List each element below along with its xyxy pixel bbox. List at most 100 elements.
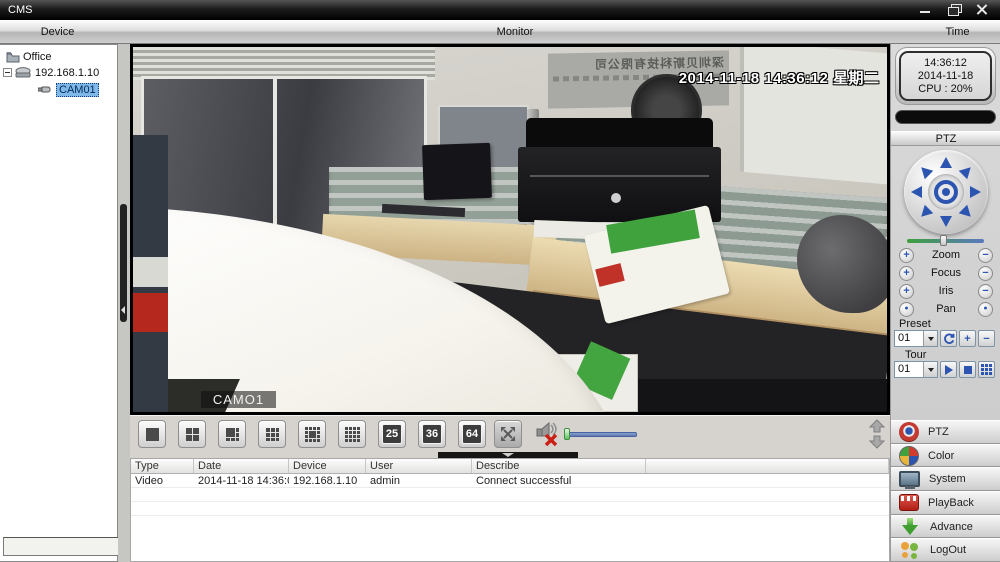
col-device[interactable]: Device (289, 459, 366, 473)
iris-label: Iris (939, 285, 954, 297)
chevron-down-icon[interactable] (923, 331, 937, 346)
pan-label: Pan (936, 303, 956, 315)
log-row[interactable]: Video 2014-11-18 14:36:09 192.168.1.10 a… (131, 474, 889, 488)
tour-setup-button[interactable] (978, 361, 995, 378)
system-menu-button[interactable]: System (891, 467, 1000, 491)
split-36-button[interactable]: 36 (418, 420, 446, 448)
focus-minus-button[interactable]: − (978, 266, 993, 281)
ptz-right-icon[interactable] (970, 186, 981, 198)
volume-slider-thumb[interactable] (564, 428, 570, 440)
tour-select[interactable]: 01 (894, 361, 938, 378)
device-search-bar (3, 537, 114, 557)
split-36-label: 36 (426, 428, 438, 440)
preset-add-button[interactable]: + (959, 330, 976, 347)
splitter-collapse-handle[interactable] (120, 204, 127, 322)
titlebar: CMS (0, 0, 1000, 20)
log-row-empty (131, 488, 889, 502)
menubar: Device Monitor Time (0, 20, 1000, 44)
log-cell-date: 2014-11-18 14:36:09 (194, 474, 289, 487)
preset-refresh-icon (943, 333, 955, 345)
tree-node-office[interactable]: Office (6, 49, 52, 64)
split-25-label: 25 (386, 428, 398, 440)
ptz-left-icon[interactable] (911, 186, 922, 198)
split-4-button[interactable] (178, 420, 206, 448)
event-log-table: Type Date Device User Describe Video 201… (130, 458, 890, 562)
advance-menu-button[interactable]: Advance (891, 515, 1000, 539)
preset-remove-button[interactable]: − (978, 330, 995, 347)
stop-icon (964, 366, 972, 374)
collapse-icon[interactable] (3, 68, 12, 77)
maximize-icon[interactable] (946, 3, 962, 16)
ptz-up-right-icon[interactable] (959, 163, 975, 179)
minimize-icon[interactable] (918, 3, 934, 16)
ptz-speed-thumb[interactable] (940, 235, 947, 246)
tree-node-device[interactable]: 192.168.1.10 (3, 65, 99, 80)
ptz-down-right-icon[interactable] (959, 205, 975, 221)
scroll-down-button[interactable] (866, 434, 888, 450)
arrow-up-icon (868, 419, 886, 433)
ptz-hub[interactable] (928, 174, 964, 210)
zoom-minus-button[interactable]: − (978, 248, 993, 263)
split-64-label: 64 (466, 428, 478, 440)
split-16-button[interactable] (338, 420, 366, 448)
menu-device[interactable]: Device (0, 20, 115, 43)
pan-start-button[interactable]: ● (899, 302, 914, 317)
status-clock: 14:36:12 2014-11-18 CPU : 20% (895, 47, 996, 105)
tour-stop-button[interactable] (959, 361, 976, 378)
ptz-header-label: PTZ (936, 133, 957, 145)
cpu-usage: CPU : 20% (918, 83, 972, 95)
ptz-up-left-icon[interactable] (917, 163, 933, 179)
zoom-label: Zoom (932, 249, 960, 261)
mute-button[interactable] (534, 420, 562, 448)
tour-value: 01 (898, 363, 910, 375)
split-6-button[interactable] (218, 420, 246, 448)
chevron-down-icon[interactable] (923, 362, 937, 377)
toolbar-scrollers (866, 418, 888, 451)
live-video-tile[interactable]: 深圳贝斯科技有限公司 (133, 47, 887, 412)
ptz-direction-pad[interactable] (904, 150, 988, 234)
col-type[interactable]: Type (131, 459, 194, 473)
preset-select[interactable]: 01 (894, 330, 938, 347)
tour-play-button[interactable] (940, 361, 957, 378)
logout-menu-button[interactable]: LogOut (891, 538, 1000, 562)
preset-goto-button[interactable] (940, 330, 957, 347)
log-cell-type: Video (131, 474, 194, 487)
iris-plus-button[interactable]: + (899, 284, 914, 299)
pan-stop-button[interactable]: ● (978, 302, 993, 317)
zoom-plus-button[interactable]: + (899, 248, 914, 263)
col-describe[interactable]: Describe (472, 459, 646, 473)
close-icon[interactable] (974, 3, 990, 16)
menu-time[interactable]: Time (915, 20, 1000, 43)
split-1-button[interactable] (138, 420, 166, 448)
ptz-menu-button[interactable]: PTZ (891, 420, 1000, 444)
ptz-down-left-icon[interactable] (917, 205, 933, 221)
menu-monitor[interactable]: Monitor (115, 20, 915, 43)
preset-value: 01 (898, 332, 910, 344)
col-filler (646, 459, 889, 473)
ptz-section-header: PTZ (891, 131, 1000, 146)
fullscreen-button[interactable] (494, 420, 522, 448)
clock-date: 2014-11-18 (918, 70, 973, 82)
split-9-button[interactable] (258, 420, 286, 448)
split-25-button[interactable]: 25 (378, 420, 406, 448)
window-controls (918, 3, 990, 16)
tree-node-camera[interactable]: CAM01 (38, 82, 99, 97)
split-64-button[interactable]: 64 (458, 420, 486, 448)
preset-label: Preset (899, 318, 931, 330)
video-monitor (422, 143, 492, 200)
split-13-button[interactable] (298, 420, 326, 448)
pan-control-row: ● Pan ● (899, 301, 993, 317)
scroll-up-button[interactable] (866, 418, 888, 434)
color-menu-button[interactable]: Color (891, 444, 1000, 468)
playback-menu-button[interactable]: PlayBack (891, 491, 1000, 515)
ptz-down-icon[interactable] (940, 216, 952, 227)
col-date[interactable]: Date (194, 459, 289, 473)
ptz-icon (899, 422, 919, 442)
iris-minus-button[interactable]: − (978, 284, 993, 299)
volume-slider[interactable] (567, 432, 637, 437)
menu-device-label: Device (41, 26, 75, 38)
col-user[interactable]: User (366, 459, 472, 473)
ptz-up-icon[interactable] (940, 157, 952, 168)
right-control-panel: 14:36:12 2014-11-18 CPU : 20% PTZ + Zoom… (890, 44, 1000, 562)
focus-plus-button[interactable]: + (899, 266, 914, 281)
